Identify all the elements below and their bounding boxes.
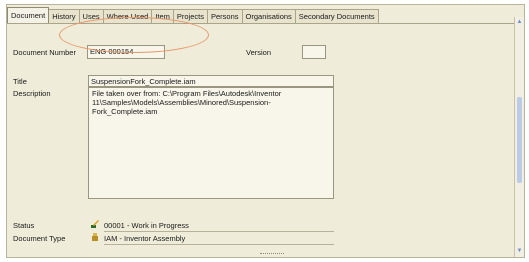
scroll-down-icon[interactable]: ▼ bbox=[516, 248, 523, 255]
tab-persons[interactable]: Persons bbox=[207, 9, 243, 23]
assembly-icon bbox=[92, 233, 98, 241]
title-label: Title bbox=[13, 77, 27, 86]
tab-organisations[interactable]: Organisations bbox=[241, 9, 296, 23]
tab-strip: Document History Uses Where Used Item Pr… bbox=[7, 5, 379, 23]
scrollbar-thumb[interactable] bbox=[517, 97, 522, 183]
document-tab-content: Document Number ENG 000154 Version Title… bbox=[7, 23, 524, 258]
highlight-ellipse bbox=[59, 17, 209, 53]
status-underline bbox=[104, 231, 334, 232]
scroll-up-icon[interactable]: ▲ bbox=[516, 19, 523, 26]
version-field[interactable] bbox=[302, 45, 326, 59]
tab-history[interactable]: History bbox=[48, 9, 80, 23]
status-label: Status bbox=[13, 221, 35, 230]
version-label: Version bbox=[246, 48, 272, 57]
pencil-status-icon bbox=[91, 220, 99, 228]
resize-grip[interactable] bbox=[260, 253, 284, 256]
document-type-label: Document Type bbox=[13, 234, 66, 243]
vertical-scrollbar[interactable]: ▲ ▼ bbox=[514, 17, 524, 257]
title-field[interactable]: SuspensionFork_Complete.iam bbox=[88, 75, 334, 87]
status-value: 00001 - Work in Progress bbox=[104, 221, 189, 230]
tab-secondary-documents[interactable]: Secondary Documents bbox=[294, 9, 379, 23]
description-label: Description bbox=[13, 89, 51, 98]
document-type-underline bbox=[104, 244, 334, 245]
document-properties-panel: Document History Uses Where Used Item Pr… bbox=[6, 4, 525, 258]
document-type-value: IAM - Inventor Assembly bbox=[104, 234, 186, 243]
tab-document[interactable]: Document bbox=[7, 7, 50, 23]
document-number-label: Document Number bbox=[13, 48, 76, 57]
description-field[interactable]: File taken over from: C:\Program Files\A… bbox=[88, 87, 334, 199]
